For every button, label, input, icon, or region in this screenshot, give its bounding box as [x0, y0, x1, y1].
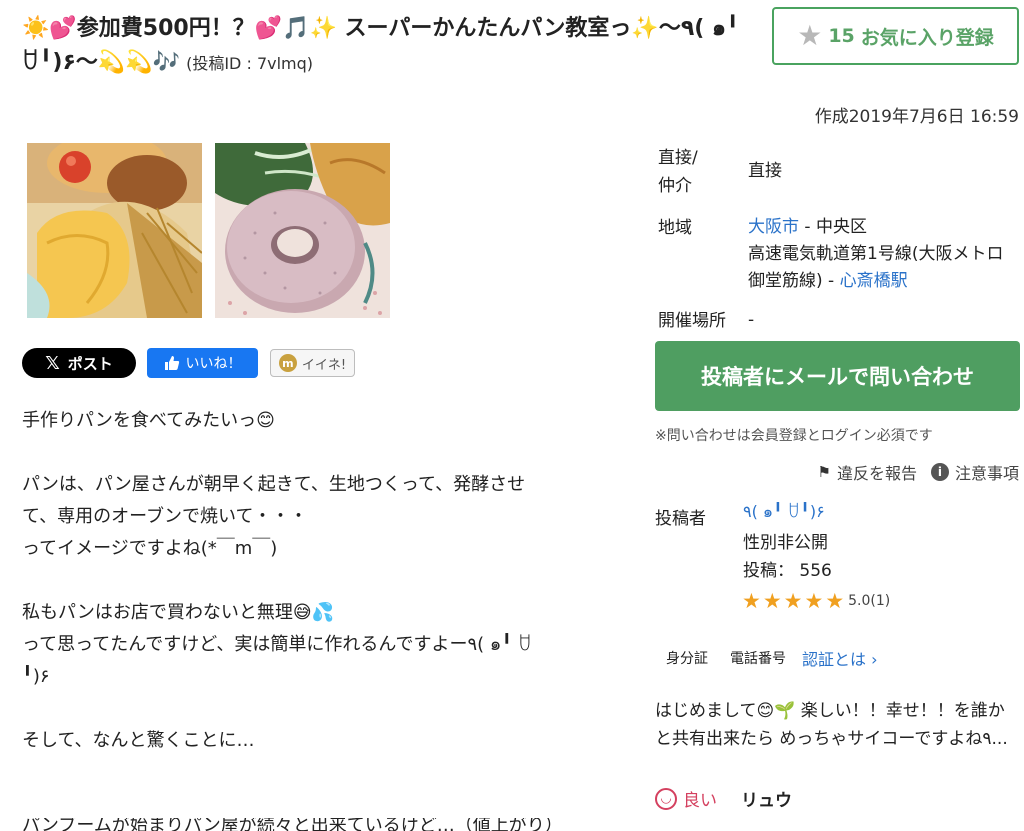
favorite-button[interactable]: ★ 15 お気に入り登録 [772, 7, 1019, 65]
post-body-line: ╹)۶ [22, 666, 50, 687]
poster-post-count: 投稿： 556 [743, 561, 832, 581]
photo-bread-plate-image [27, 143, 202, 318]
phone-verification-badge: 電話番号 [730, 651, 786, 667]
post-body-line: 手作りパンを食べてみたいっ😊 [22, 410, 275, 431]
what-is-verification-link[interactable]: 認証とは › [802, 646, 878, 670]
favorite-count: 15 [828, 25, 855, 47]
info-region-label: 地域 [658, 218, 692, 238]
review-row: ◡ 良い リュウ [655, 786, 792, 811]
poster-intro: はじめまして😊🌱 楽しい！！幸せ！！を誰かと共有出来たら めっちゃサイコーですよ… [655, 701, 1008, 749]
photo-donut-plate-image [215, 143, 390, 318]
rating-star-icon: ★ [762, 589, 782, 613]
rating-star-icon: ★ [783, 589, 803, 613]
region-ward: - 中央区 [799, 217, 867, 237]
post-body-line: ってイメージですよね(*￣m￣) [22, 538, 278, 559]
facebook-like-label: いいね！ [185, 356, 242, 372]
post-id: (投稿ID : 7vlmq) [186, 54, 314, 73]
id-verification-badge: 身分証 [666, 651, 708, 667]
post-body-cut-line: パンブームが始まりパン屋が続々と出来ているけど…（値上がり） [22, 818, 612, 831]
smile-icon: ◡ [655, 787, 677, 810]
photo-donut-plate[interactable] [215, 143, 390, 318]
post-body-line: そして、なんと驚くことに… [22, 730, 255, 751]
report-link[interactable]: 違反を報告 [837, 460, 917, 484]
thumbs-up-icon [164, 356, 179, 370]
post-body-line [22, 437, 612, 469]
poster-label: 投稿者 [655, 509, 706, 529]
post-body-line: 私もパンはお店で買わないと無理😅💦 [22, 602, 335, 623]
report-row: ⚑ 違反を報告 i 注意事項 [818, 460, 1019, 484]
rating-score: 5.0(1) [848, 593, 891, 609]
contact-by-email-button[interactable]: 投稿者にメールで問い合わせ [655, 341, 1020, 411]
mixi-icon: m [278, 354, 297, 372]
post-body-line: て、専用のオーブンで焼いて・・・ [22, 506, 308, 527]
x-logo-icon: 𝕏 [45, 352, 60, 374]
region-city-link[interactable]: 大阪市 [748, 217, 799, 237]
info-region-value: 大阪市 - 中央区 高速電気軌道第1号線(大阪メトロ御堂筋線) - 心斎橋駅 [748, 214, 1020, 295]
post-body-cut-text: パンブームが始まりパン屋が続々と出来ているけど…（値上がり） [22, 818, 563, 831]
facebook-like-button[interactable]: いいね！ [147, 348, 258, 378]
info-venue-label: 開催場所 [658, 311, 726, 331]
rating-star-icon: ★ [825, 589, 845, 613]
post-body-line: って思ってたんですけど、実は簡単に作れるんですよー٩( ๑╹ ꇴ [22, 634, 532, 655]
title-text: ☀️💕参加費500円！？💕🎵✨ スーパーかんたんパン教室っ✨〜٩( ๑╹ ꇴ╹)… [22, 16, 740, 75]
caution-link[interactable]: 注意事項 [955, 460, 1019, 484]
info-type-label: 直接/仲介 [658, 148, 698, 196]
post-body-line [22, 565, 612, 597]
reviewer-name[interactable]: リュウ [741, 786, 792, 811]
region-station-link[interactable]: 心斎橋駅 [840, 271, 908, 291]
info-type-value: 直接 [748, 161, 782, 181]
post-body-line: パンは、パン屋さんが朝早く起きて、生地つくって、発酵させ [22, 474, 526, 495]
poster-name-link[interactable]: ٩( ๑╹ ꇴ╹)۶ [743, 500, 825, 525]
review-good-label: 良い [683, 791, 717, 811]
created-date: 作成2019年7月6日 16:59 [814, 107, 1019, 127]
info-icon: i [930, 463, 949, 481]
verification-row: 身分証 電話番号 認証とは › [666, 646, 878, 670]
mixi-check-button[interactable]: m イイネ! [270, 349, 355, 377]
rating-star-icon: ★ [804, 589, 824, 613]
rating-star-icon: ★ [742, 589, 761, 613]
post-body-line [22, 693, 612, 725]
page-title: ☀️💕参加費500円！？💕🎵✨ スーパーかんたんパン教室っ✨〜٩( ๑╹ ꇴ╹)… [22, 12, 762, 81]
share-x-label: ポスト [67, 354, 113, 373]
poster-rating[interactable]: ★ ★ ★ ★ ★ 5.0(1) [742, 589, 890, 613]
favorite-label: お気に入り登録 [860, 26, 994, 49]
post-body: 手作りパンを食べてみたいっ😊 パンは、パン屋さんが朝早く起きて、生地つくって、発酵… [22, 405, 612, 757]
info-venue-value: - [748, 310, 755, 330]
flag-icon: ⚑ [817, 463, 831, 481]
contact-note: ※問い合わせは会員登録とログイン必須です [655, 428, 933, 444]
star-icon: ★ [797, 19, 823, 52]
share-x-button[interactable]: 𝕏 ポスト [22, 348, 136, 378]
mixi-check-label: イイネ! [301, 357, 347, 373]
poster-gender: 性別非公開 [743, 533, 828, 553]
photo-bread-plate[interactable] [27, 143, 202, 318]
